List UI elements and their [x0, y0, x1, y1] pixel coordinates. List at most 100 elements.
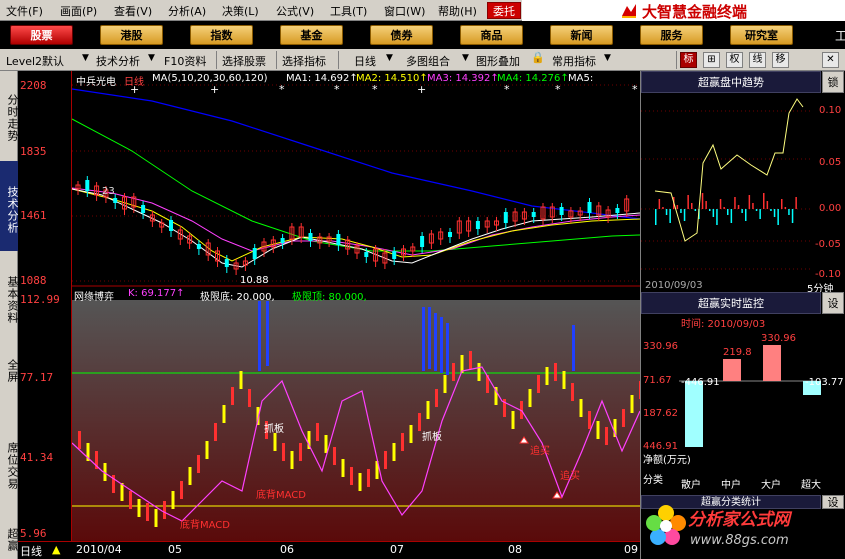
ma2-value: MA2: 14.510↑ [356, 73, 428, 84]
ma1-value: MA1: 14.692↑ [286, 73, 358, 84]
indicator-spike [428, 307, 431, 369]
category-funds[interactable]: 基金 [280, 25, 343, 45]
tab-technical-analysis[interactable]: 技术分析 [0, 161, 19, 251]
menu-formula[interactable]: 公式(V) [276, 3, 314, 19]
indicator-bar [401, 433, 404, 451]
brand-logo-icon [622, 4, 636, 18]
category-more[interactable]: 工 [835, 27, 845, 44]
category-bonds[interactable]: 债券 [370, 25, 433, 45]
chart-area[interactable]: + + * * * + * * * 中兵光电 日线 MA(5,10,20,30,60,120) … [71, 71, 642, 541]
trend-bar [705, 201, 707, 209]
lock-button[interactable]: 锁 [822, 71, 844, 93]
indicator-spike [258, 301, 261, 371]
select-stock-button[interactable]: 选择股票 [222, 53, 266, 69]
time-axis-period[interactable]: 日线 [20, 543, 42, 559]
menu-window[interactable]: 窗口(W) [384, 3, 425, 19]
trend-bar [781, 199, 783, 209]
select-indicator-button[interactable]: 选择指标 [282, 53, 326, 69]
indicator-spike [440, 317, 443, 373]
ma4-value: MA4: 14.276↑ [497, 73, 569, 84]
category-news[interactable]: 新闻 [550, 25, 613, 45]
time-axis-label: 05 [168, 543, 182, 556]
indicator-bar [384, 451, 387, 469]
candle-body [141, 205, 146, 213]
chevron-down-icon[interactable]: ▼ [82, 53, 89, 63]
chevron-down-icon[interactable]: ▼ [386, 53, 393, 63]
time-axis: 日线 ▲ 2010/04 05 06 07 08 09 [18, 541, 640, 559]
candle-body [615, 208, 620, 213]
common-indicator-select[interactable]: 常用指标 [552, 53, 596, 69]
indicator-bar [596, 421, 600, 439]
settings-button[interactable]: 设 [822, 292, 844, 314]
indicator-bar [146, 503, 149, 521]
menu-decision[interactable]: 决策(L) [222, 3, 259, 19]
indicator-spike [422, 307, 425, 371]
bar-value-medium: 219.8 [723, 347, 752, 358]
time-axis-label: 06 [280, 543, 294, 556]
trade-button[interactable]: 委托 [487, 2, 521, 19]
rights-button[interactable]: 权 [726, 52, 743, 68]
category-services[interactable]: 服务 [640, 25, 703, 45]
brand-banner: 大智慧金融终端 [522, 0, 845, 21]
tab-intraday[interactable]: 分时走势 [0, 75, 19, 155]
annotation-macd-divergence: 底背MACD [180, 520, 230, 531]
indicator-bar [197, 455, 200, 473]
indicator-bar [188, 467, 192, 485]
f10-button[interactable]: F10资料 [164, 53, 206, 69]
indicator-bar [579, 399, 583, 417]
trend-bar [676, 205, 679, 209]
overlay-button[interactable]: 图形叠加 [476, 53, 520, 69]
mark-button[interactable]: 标 [680, 52, 697, 68]
category-hk-stocks[interactable]: 港股 [100, 25, 163, 45]
menu-screen[interactable]: 画面(P) [60, 3, 97, 19]
indicator-panel-bg [72, 300, 640, 541]
ma5-value: MA5: [568, 73, 594, 84]
indicator-bar [545, 367, 549, 385]
close-icon[interactable]: ✕ [822, 52, 839, 68]
menu-analysis[interactable]: 分析(A) [168, 3, 206, 19]
menu-view[interactable]: 查看(V) [114, 3, 152, 19]
ma3-value: MA3: 14.392↑ [427, 73, 499, 84]
toolbar-divider [338, 51, 339, 69]
bar-retail [685, 381, 703, 447]
indicator-bar [537, 375, 540, 393]
indicator-bar [528, 389, 532, 407]
chevron-down-icon[interactable]: ▼ [462, 53, 469, 63]
trend-bar [741, 209, 743, 213]
lock-icon[interactable]: 🔒 [531, 51, 545, 64]
tab-fullscreen[interactable]: 全屏 [0, 343, 19, 393]
indicator-bar [477, 363, 481, 381]
kline-chart[interactable]: + + * * * + * * * [71, 71, 642, 541]
tab-fundamentals[interactable]: 基本资料 [0, 257, 19, 337]
indicator-bar [273, 433, 277, 451]
category-commodities[interactable]: 商品 [460, 25, 523, 45]
chevron-down-icon[interactable]: ▼ [148, 53, 155, 63]
level2-default-select[interactable]: Level2默认 [6, 53, 64, 69]
indicator-bar [129, 491, 132, 509]
tab-seat-trading[interactable]: 席位交易 [0, 423, 19, 503]
monitor-axis-label: 71.67 [643, 375, 672, 386]
line-button[interactable]: 线 [749, 52, 766, 68]
trend-bar [658, 199, 661, 209]
move-button[interactable]: 移 [772, 52, 789, 68]
menu-tools[interactable]: 工具(T) [330, 3, 367, 19]
time-axis-label: 2010/04 [76, 543, 122, 556]
category-research[interactable]: 研究室 [730, 25, 793, 45]
multi-chart-button[interactable]: 多图组合 [406, 53, 450, 69]
trend-bar [655, 209, 657, 225]
chevron-down-icon[interactable]: ▼ [604, 53, 611, 63]
time-axis-label: 07 [390, 543, 404, 556]
menu-help[interactable]: 帮助(H) [438, 3, 477, 19]
category-stocks[interactable]: 股票 [10, 25, 73, 45]
period-select[interactable]: 日线 [354, 53, 376, 69]
tab-chaoying[interactable]: 超赢 [0, 517, 19, 557]
grid-icon[interactable]: ⊞ [703, 52, 720, 68]
candle-body [169, 220, 173, 231]
tech-analysis-select[interactable]: 技术分析 [96, 53, 140, 69]
menu-file[interactable]: 文件(F) [6, 3, 43, 19]
category-super: 超大 [801, 480, 821, 491]
category-index[interactable]: 指数 [190, 25, 253, 45]
trend-bar [669, 209, 671, 223]
menu-bar: 文件(F) 画面(P) 查看(V) 分析(A) 决策(L) 公式(V) 工具(T… [0, 0, 845, 21]
indicator-high-limit: 极限顶: 80.000, [292, 292, 367, 303]
